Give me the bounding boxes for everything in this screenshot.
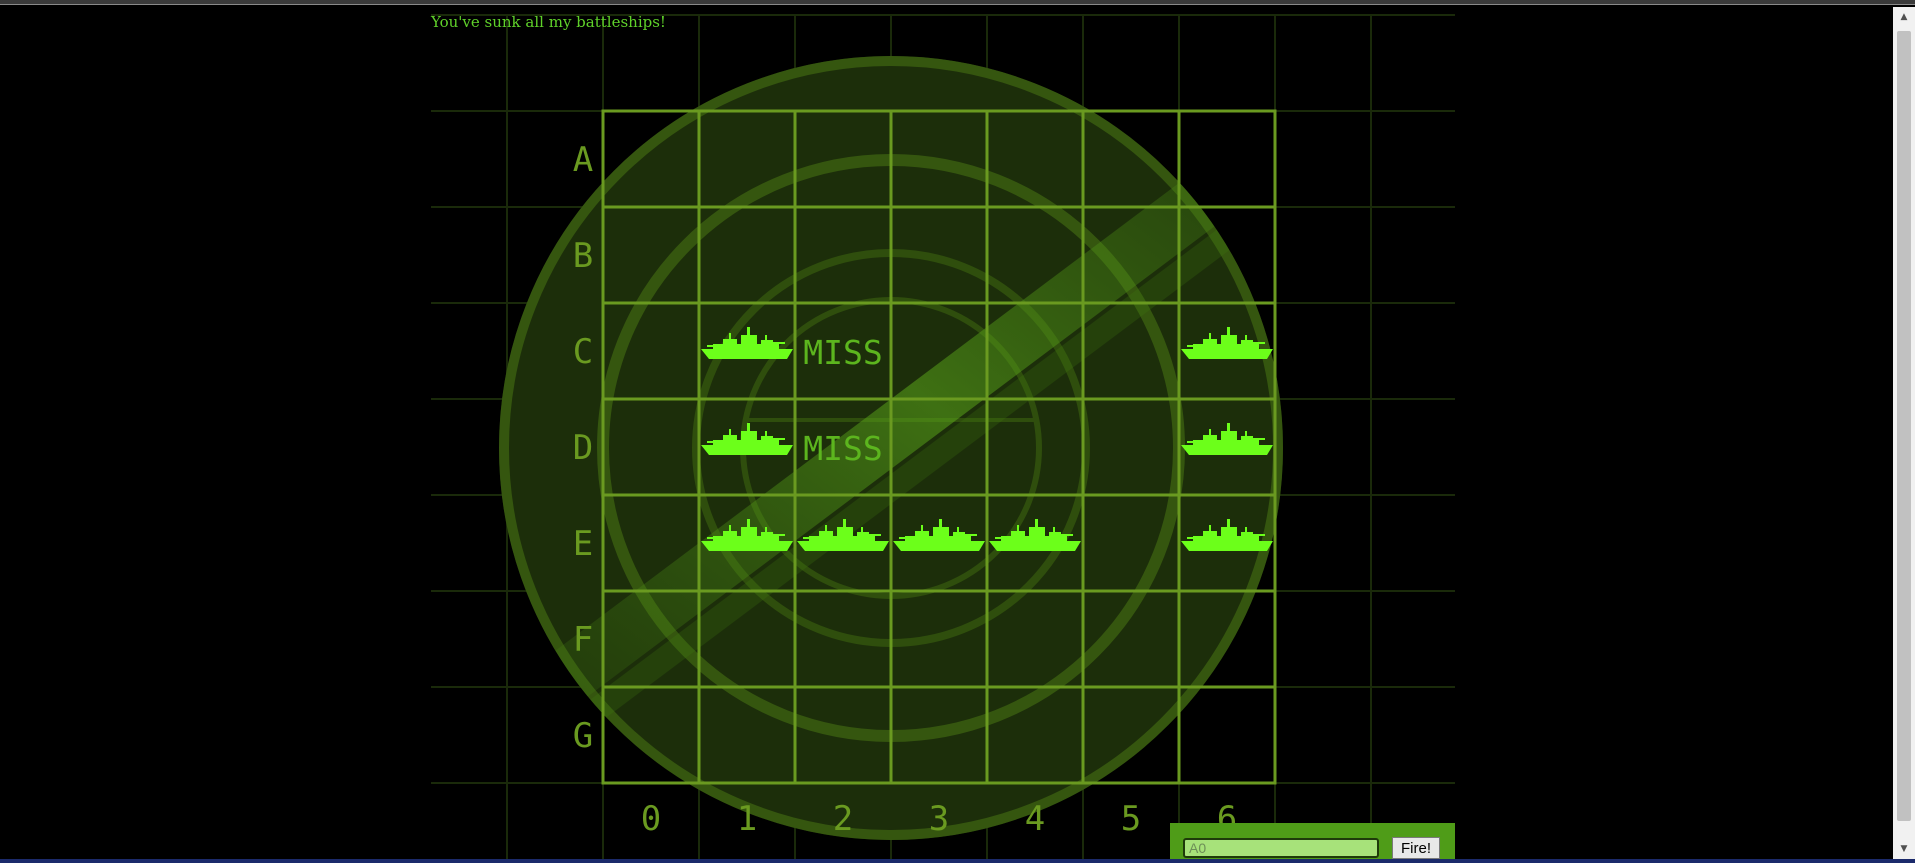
browser-top-edge [0, 0, 1915, 5]
board-cell-B3[interactable] [891, 207, 987, 303]
scroll-thumb[interactable] [1897, 31, 1911, 821]
arrow-up-icon[interactable]: ▲ [1893, 7, 1915, 27]
fire-button[interactable]: Fire! [1392, 837, 1440, 859]
board-cell-C3[interactable] [891, 303, 987, 399]
board-cell-G4[interactable] [987, 687, 1083, 783]
column-label-5: 5 [1121, 799, 1141, 839]
game-message: You've sunk all my battleships! [431, 13, 666, 31]
row-label-G: G [573, 716, 593, 756]
board-cell-C5[interactable] [1083, 303, 1179, 399]
fire-form: Fire! [1170, 823, 1455, 859]
arrow-down-icon[interactable]: ▼ [1893, 839, 1915, 859]
board-cell-F3[interactable] [891, 591, 987, 687]
row-label-E: E [573, 524, 593, 564]
guess-input[interactable] [1183, 838, 1379, 858]
board-cell-D5[interactable] [1083, 399, 1179, 495]
board-cell-E0[interactable] [603, 495, 699, 591]
board-cell-A6[interactable] [1179, 111, 1275, 207]
column-label-4: 4 [1025, 799, 1045, 839]
column-label-0: 0 [641, 799, 661, 839]
miss-label: MISS [803, 429, 882, 468]
board-cell-D3[interactable] [891, 399, 987, 495]
board-cell-D4[interactable] [987, 399, 1083, 495]
page: ABCDEFG 0123456 MISS MISS You've sunk all… [0, 0, 1915, 863]
vertical-scrollbar[interactable]: ▲ ▼ [1893, 7, 1915, 859]
board-cell-F1[interactable] [699, 591, 795, 687]
column-label-1: 1 [737, 799, 757, 839]
board-cell-G0[interactable] [603, 687, 699, 783]
board-cell-B1[interactable] [699, 207, 795, 303]
row-label-D: D [573, 428, 593, 468]
board-cell-C0[interactable] [603, 303, 699, 399]
board-cell-F6[interactable] [1179, 591, 1275, 687]
miss-label: MISS [803, 333, 882, 372]
board-cell-B6[interactable] [1179, 207, 1275, 303]
board-cell-C4[interactable] [987, 303, 1083, 399]
radar-svg: ABCDEFG 0123456 MISSMISS [431, 14, 1455, 859]
radar-board: ABCDEFG 0123456 MISS MISS [431, 14, 1455, 859]
board-cell-A1[interactable] [699, 111, 795, 207]
board-cell-G3[interactable] [891, 687, 987, 783]
column-label-3: 3 [929, 799, 949, 839]
board-cell-F2[interactable] [795, 591, 891, 687]
board-cell-G6[interactable] [1179, 687, 1275, 783]
taskbar-edge [0, 859, 1915, 863]
board-cell-E5[interactable] [1083, 495, 1179, 591]
row-label-F: F [573, 620, 593, 660]
board-cell-A4[interactable] [987, 111, 1083, 207]
board-cell-A2[interactable] [795, 111, 891, 207]
board-cell-F5[interactable] [1083, 591, 1179, 687]
row-label-A: A [573, 140, 593, 180]
board-cell-G1[interactable] [699, 687, 795, 783]
board-cell-B5[interactable] [1083, 207, 1179, 303]
board-cell-F4[interactable] [987, 591, 1083, 687]
board-cell-A5[interactable] [1083, 111, 1179, 207]
board-cell-G2[interactable] [795, 687, 891, 783]
board-cell-D0[interactable] [603, 399, 699, 495]
row-label-C: C [573, 332, 593, 372]
board-cell-B4[interactable] [987, 207, 1083, 303]
board-cell-B0[interactable] [603, 207, 699, 303]
board-cell-A0[interactable] [603, 111, 699, 207]
board-cell-F0[interactable] [603, 591, 699, 687]
board-cell-G5[interactable] [1083, 687, 1179, 783]
row-label-B: B [573, 236, 593, 276]
board-cell-A3[interactable] [891, 111, 987, 207]
board-cell-B2[interactable] [795, 207, 891, 303]
column-label-2: 2 [833, 799, 853, 839]
